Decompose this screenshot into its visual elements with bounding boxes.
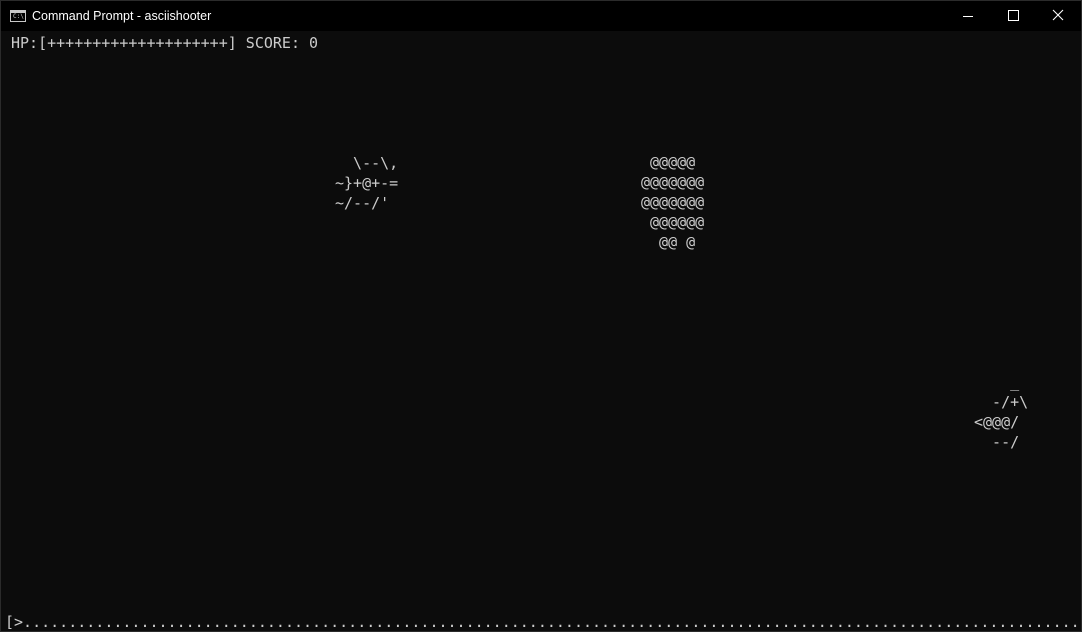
- title-bar[interactable]: C:\ Command Prompt - asciishooter: [1, 1, 1081, 31]
- close-button[interactable]: [1035, 1, 1081, 31]
- player-ship: _ -/+\ <@@@/ --/: [974, 373, 1029, 451]
- maximize-button[interactable]: [990, 1, 1036, 31]
- window-title: Command Prompt - asciishooter: [32, 9, 212, 23]
- console-area[interactable]: HP:[++++++++++++++++++++] SCORE: 0 \--\,…: [1, 32, 1081, 631]
- minimize-button[interactable]: [945, 1, 991, 31]
- minimize-icon: [963, 16, 973, 17]
- close-icon: [1052, 9, 1064, 21]
- progress-track: [>......................................…: [5, 613, 1081, 631]
- enemy-ship: \--\, ~}+@+-= ~/--/': [335, 154, 399, 212]
- cmd-icon-glyph: C:\: [13, 13, 24, 20]
- console-window: C:\ Command Prompt - asciishooter HP:[++…: [0, 0, 1082, 632]
- cmd-icon[interactable]: C:\: [10, 10, 26, 22]
- maximize-icon: [1008, 10, 1019, 21]
- asteroid: @@@@@ @@@@@@@ @@@@@@@ @@@@@@ @@ @: [641, 153, 705, 251]
- hud-status: HP:[++++++++++++++++++++] SCORE: 0: [11, 34, 319, 52]
